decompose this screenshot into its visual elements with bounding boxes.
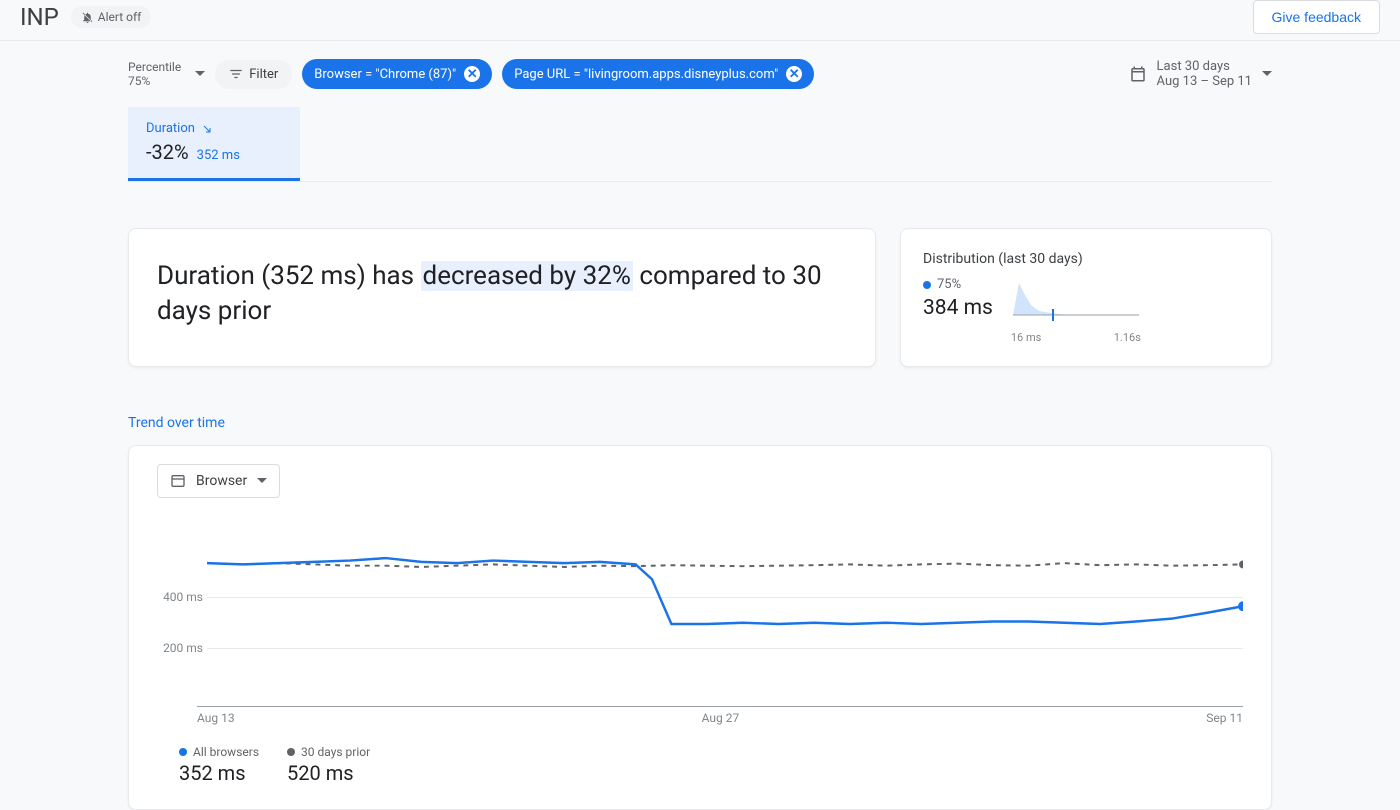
- date-range-value: Aug 13 – Sep 11: [1157, 74, 1252, 89]
- calendar-icon: [1129, 65, 1147, 83]
- insight-card: Duration (352 ms) has decreased by 32% c…: [128, 228, 876, 367]
- y-tick-200: 200 ms: [157, 641, 203, 655]
- filter-icon: [229, 67, 243, 81]
- dist-pct-label: 75%: [937, 277, 961, 292]
- insight-highlight: decreased by 32%: [421, 261, 633, 291]
- caret-down-icon: [257, 478, 267, 484]
- date-range-picker[interactable]: Last 30 days Aug 13 – Sep 11: [1129, 59, 1272, 89]
- x-tick-mid: Aug 27: [702, 711, 740, 725]
- tab-label: Duration: [146, 121, 195, 136]
- x-tick-end: Sep 11: [1206, 711, 1243, 725]
- tab-duration[interactable]: Duration -32% 352 ms: [128, 107, 300, 181]
- caret-down-icon: [1262, 71, 1272, 77]
- percentile-value: 75%: [128, 74, 181, 88]
- chip-label: Page URL = "livingroom.apps.disneyplus.c…: [514, 67, 778, 82]
- chip-remove-icon[interactable]: ✕: [464, 66, 480, 82]
- dist-min-label: 16 ms: [1011, 331, 1041, 344]
- chip-remove-icon[interactable]: ✕: [786, 66, 802, 82]
- filter-button[interactable]: Filter: [215, 60, 292, 89]
- percentile-selector[interactable]: Percentile 75%: [128, 60, 205, 88]
- distribution-card: Distribution (last 30 days) 75% 384 ms 1…: [900, 228, 1272, 367]
- insight-prefix: Duration (352 ms) has: [157, 261, 421, 291]
- legend-all-browsers: All browsers 352 ms: [179, 745, 259, 785]
- dot-blue-icon: [923, 281, 931, 289]
- browser-icon: [170, 473, 186, 489]
- filter-label: Filter: [249, 67, 278, 82]
- filter-chip-pageurl[interactable]: Page URL = "livingroom.apps.disneyplus.c…: [502, 59, 814, 89]
- distribution-sparkline: 16 ms 1.16s: [1011, 277, 1141, 344]
- dist-max-label: 1.16s: [1114, 331, 1141, 344]
- distribution-title: Distribution (last 30 days): [923, 251, 1249, 267]
- legend-value: 352 ms: [179, 761, 259, 785]
- browser-label: Browser: [196, 473, 247, 489]
- filter-chip-browser[interactable]: Browser = "Chrome (87)" ✕: [302, 59, 492, 89]
- y-tick-400: 400 ms: [157, 590, 203, 604]
- date-range-label: Last 30 days: [1157, 59, 1252, 74]
- alert-label: Alert off: [98, 10, 142, 24]
- bell-off-icon: [81, 11, 94, 24]
- dist-value: 384 ms: [923, 296, 993, 320]
- browser-dropdown[interactable]: Browser: [157, 464, 280, 498]
- legend-label: 30 days prior: [301, 745, 370, 759]
- dot-grey-icon: [287, 748, 295, 756]
- trend-line-chart: [207, 520, 1243, 698]
- legend-prior: 30 days prior 520 ms: [287, 745, 370, 785]
- legend-value: 520 ms: [287, 761, 370, 785]
- x-tick-start: Aug 13: [197, 711, 235, 725]
- chip-label: Browser = "Chrome (87)": [314, 67, 456, 82]
- tab-delta: -32%: [146, 140, 189, 164]
- alert-off-chip[interactable]: Alert off: [71, 6, 152, 28]
- legend-label: All browsers: [193, 745, 259, 759]
- percentile-label: Percentile: [128, 60, 181, 74]
- arrow-down-right-icon: [201, 123, 213, 135]
- page-title: INP: [20, 3, 59, 31]
- insight-text: Duration (352 ms) has decreased by 32% c…: [157, 259, 847, 329]
- tab-value-ms: 352 ms: [197, 148, 240, 163]
- trend-card: Browser 400 ms 200 ms Aug 13 Aug 27 Sep …: [128, 445, 1272, 810]
- dot-blue-icon: [179, 748, 187, 756]
- trend-section-title: Trend over time: [128, 415, 1272, 431]
- give-feedback-button[interactable]: Give feedback: [1253, 0, 1381, 34]
- caret-down-icon: [195, 71, 205, 77]
